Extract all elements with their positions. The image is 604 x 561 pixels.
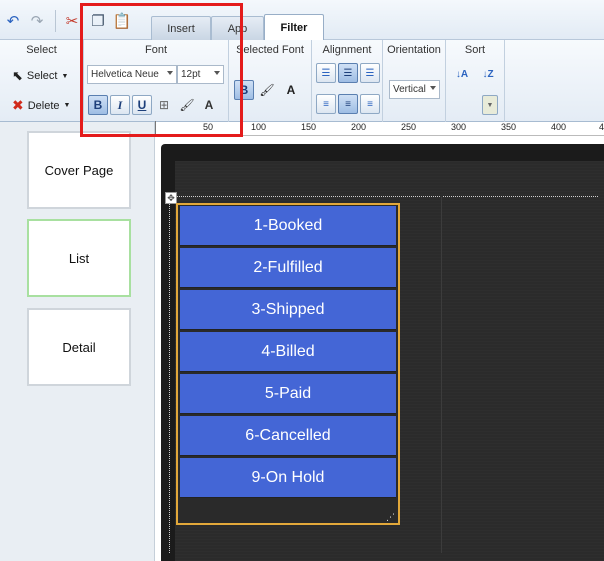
redo-icon[interactable]: ↷ [28, 12, 46, 30]
tab-filter-label: Filter [280, 22, 308, 34]
page-thumb-cover-page[interactable]: Cover Page [27, 131, 131, 209]
select-button[interactable]: ⬉ Select ▼ [12, 68, 68, 84]
sort-descending-icon[interactable]: ↓Z [478, 64, 498, 84]
undo-icon[interactable]: ↶ [4, 12, 22, 30]
ruler-label: 300 [451, 122, 467, 132]
alignment-group-title: Alignment [322, 44, 372, 56]
pointer-icon: ⬉ [12, 68, 23, 83]
list-item-label: 9-On Hold [251, 468, 325, 486]
ruler-label: 400 [551, 122, 567, 132]
guide-line [169, 196, 598, 197]
column-divider [441, 196, 442, 553]
page-label: Cover Page [44, 162, 114, 178]
list-item-label: 5-Paid [264, 384, 312, 402]
ruler-label: 100 [251, 122, 267, 132]
list-item[interactable]: 5-Paid [180, 374, 396, 414]
list-item-label: 2-Fulfilled [253, 258, 323, 276]
select-group: Select ⬉ Select ▼ ✖ Delete ▼ [0, 40, 84, 122]
list-item-label: 4-Billed [261, 342, 315, 360]
page-label: List [68, 250, 90, 266]
list-item[interactable]: 1-Booked [180, 206, 396, 246]
align-top-icon[interactable]: ☰ [316, 63, 336, 83]
ruler-label: 350 [501, 122, 517, 132]
page-label: Detail [62, 339, 96, 355]
pages-panel: Cover Page List Detail [0, 122, 155, 561]
alignment-group: Alignment ☰ ☰ ☰ ≡ ≡ ≡ [312, 40, 383, 122]
chevron-down-icon [430, 86, 436, 90]
cut-icon[interactable]: ✂ [63, 12, 81, 30]
list-control[interactable]: 1-Booked 2-Fulfilled 3-Shipped 4-Billed … [176, 203, 400, 525]
page-thumb-list[interactable]: List [27, 219, 131, 297]
sort-group: Sort ↓A ↓Z ▼ [446, 40, 505, 122]
list-item[interactable]: 3-Shipped [180, 290, 396, 330]
align-left-icon[interactable]: ≡ [316, 94, 336, 114]
delete-button-label: Delete [27, 99, 60, 112]
tab-filter[interactable]: Filter [264, 14, 324, 41]
ruler-label: 250 [401, 122, 417, 132]
list-item[interactable]: 6-Cancelled [180, 416, 396, 456]
select-group-title: Select [26, 44, 57, 56]
sort-options-button[interactable]: ▼ [482, 95, 498, 115]
resize-handle-icon[interactable]: ⋰ [386, 512, 398, 522]
list-item[interactable]: 2-Fulfilled [180, 248, 396, 288]
ruler-label: 450 [599, 122, 604, 132]
highlight-box [80, 3, 243, 137]
orientation-group: Orientation Vertical [383, 40, 446, 122]
align-middle-icon[interactable]: ☰ [338, 63, 358, 83]
align-right-icon[interactable]: ≡ [360, 94, 380, 114]
delete-button[interactable]: ✖ Delete ▼ [12, 97, 70, 114]
sort-group-title: Sort [464, 44, 486, 56]
ruler-label: 150 [301, 122, 317, 132]
ruler-label: 200 [351, 122, 367, 132]
list-item[interactable]: 4-Billed [180, 332, 396, 372]
page-thumb-detail[interactable]: Detail [27, 308, 131, 386]
guide-line [169, 196, 170, 553]
orientation-value: Vertical [393, 84, 426, 95]
chevron-down-icon: ▼ [63, 102, 71, 109]
sort-ascending-icon[interactable]: ↓A [452, 64, 472, 84]
select-button-label: Select [26, 70, 58, 82]
list-item-label: 3-Shipped [251, 300, 325, 318]
selected-fill-color-icon[interactable]: 🖌 [257, 80, 277, 100]
selected-font-color-icon[interactable]: A [281, 80, 301, 100]
orientation-select[interactable]: Vertical [389, 80, 440, 99]
delete-icon: ✖ [12, 97, 24, 113]
chevron-down-icon: ▼ [61, 72, 69, 80]
align-bottom-icon[interactable]: ☰ [360, 63, 380, 83]
list-item-label: 6-Cancelled [245, 426, 331, 444]
orientation-group-title: Orientation [387, 44, 441, 56]
list-item-label: 1-Booked [253, 216, 323, 234]
toolbar-separator [55, 10, 56, 32]
list-item[interactable]: 9-On Hold [180, 458, 396, 498]
align-center-icon[interactable]: ≡ [338, 94, 358, 114]
